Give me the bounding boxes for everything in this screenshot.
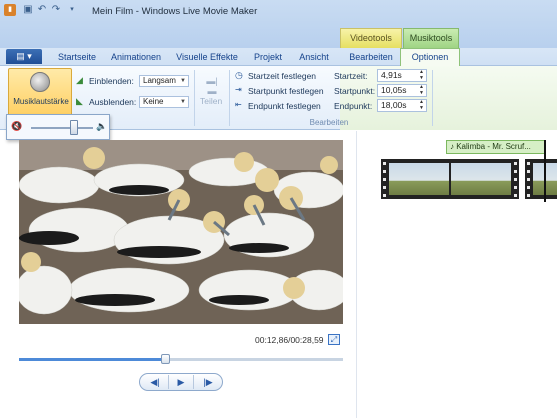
save-icon[interactable]: ▣ <box>22 4 34 16</box>
tab-animationen[interactable]: Animationen <box>108 50 164 65</box>
timecode: 00:12,86/00:28,59 <box>255 335 324 345</box>
tab-startseite[interactable]: Startseite <box>52 50 102 65</box>
end-point-spinner[interactable]: 18,00s ▲ ▼ <box>377 99 427 112</box>
player-controls: ◀| ▶ |▶ <box>139 373 223 391</box>
start-point-value: 10,05s <box>381 85 407 95</box>
ribbon-separator <box>194 70 195 126</box>
spinner-arrows-icon[interactable]: ▲ ▼ <box>419 84 424 96</box>
fade-out-icon: ◣ <box>76 96 83 106</box>
fade-in-dropdown[interactable]: Langsam ▼ <box>139 75 189 87</box>
app-icon: ▮ <box>4 4 16 16</box>
undo-icon[interactable]: ↶ <box>36 4 48 16</box>
fade-out-dropdown[interactable]: Keine ▼ <box>139 96 189 108</box>
volume-slider-thumb[interactable] <box>70 120 78 135</box>
fullscreen-icon[interactable]: ⤢ <box>328 334 340 345</box>
chevron-down-icon: ▼ <box>180 99 186 105</box>
end-point-icon: ⇤ <box>235 100 242 109</box>
start-time-label: Startzeit: <box>334 71 368 81</box>
redo-icon[interactable]: ↷ <box>50 4 62 16</box>
set-end-point-button[interactable]: ⇤ Endpunkt festlegen <box>235 100 331 113</box>
start-time-spinner[interactable]: 4,91s ▲ ▼ <box>377 69 427 82</box>
context-tab-videotools-label: Videotools <box>350 33 392 43</box>
set-end-point-label: Endpunkt festlegen <box>248 101 321 111</box>
fade-in-label: Einblenden: <box>89 76 134 86</box>
video-preview[interactable] <box>19 140 343 324</box>
start-time-value: 4,91s <box>381 70 402 80</box>
next-frame-button[interactable]: |▶ <box>195 375 221 389</box>
video-clip-thumbnail[interactable] <box>381 159 519 199</box>
volume-popup: 🔇 🔈 <box>6 114 110 140</box>
spinner-arrows-icon[interactable]: ▲ ▼ <box>419 99 424 111</box>
split-button[interactable]: ▬|▬ Teilen <box>200 70 224 110</box>
music-volume-button[interactable]: Musiklautstärke <box>8 68 72 116</box>
music-clip-label[interactable]: ♪ Kalimba - Mr. Scruf... <box>446 140 545 154</box>
previous-frame-button[interactable]: ◀| <box>142 375 168 389</box>
fade-in-icon: ◢ <box>76 75 83 85</box>
playback-cursor[interactable] <box>544 140 546 202</box>
fade-out-value: Keine <box>143 97 164 106</box>
preview-image <box>19 140 343 324</box>
context-tab-musiktools: Musiktools <box>403 28 459 48</box>
end-point-value: 18,00s <box>381 100 407 110</box>
mute-speaker-icon: 🔇 <box>11 121 23 131</box>
set-start-time-label: Startzeit festlegen <box>248 71 317 81</box>
speaker-icon <box>30 72 50 92</box>
volume-slider-track[interactable] <box>31 127 93 129</box>
split-label: Teilen <box>200 96 223 106</box>
context-tab-musiktools-label: Musiktools <box>409 33 453 43</box>
play-button[interactable]: ▶ <box>168 375 194 389</box>
clip-frame <box>389 163 449 195</box>
seek-bar-thumb[interactable] <box>161 354 170 364</box>
speaker-icon: 🔈 <box>96 121 108 131</box>
file-menu-button[interactable]: ▤ ▾ <box>6 49 42 64</box>
tab-bearbeiten[interactable]: Bearbeiten <box>344 50 398 65</box>
set-start-point-label: Startpunkt festlegen <box>248 86 324 96</box>
video-clip-thumbnail[interactable] <box>525 159 557 199</box>
title-bar <box>0 0 557 48</box>
start-point-label: Startpunkt: <box>334 86 376 96</box>
clock-icon: ◷ <box>235 70 243 80</box>
set-start-time-button[interactable]: ◷ Startzeit festlegen <box>235 70 331 83</box>
spinner-arrows-icon[interactable]: ▲ ▼ <box>419 69 424 81</box>
seek-bar-progress <box>19 358 165 361</box>
start-point-spinner[interactable]: 10,05s ▲ ▼ <box>377 84 427 97</box>
tab-projekt[interactable]: Projekt <box>248 50 288 65</box>
clip-frame <box>451 163 511 195</box>
split-icon: ▬|▬ <box>206 76 218 96</box>
fade-in-value: Langsam <box>143 76 176 85</box>
fade-out-label: Ausblenden: <box>89 97 137 107</box>
tab-visuelle-effekte[interactable]: Visuelle Effekte <box>172 50 242 65</box>
end-point-label: Endpunkt: <box>334 101 373 111</box>
ribbon-separator <box>432 70 433 126</box>
window-title: Mein Film - Windows Live Movie Maker <box>92 6 258 17</box>
context-tab-videotools: Videotools <box>340 28 402 48</box>
music-volume-label: Musiklautstärke <box>13 97 69 106</box>
pane-divider[interactable] <box>356 131 357 418</box>
tab-ansicht[interactable]: Ansicht <box>294 50 334 65</box>
start-point-icon: ⇥ <box>235 85 242 94</box>
chevron-down-icon: ▼ <box>180 78 186 84</box>
tab-optionen[interactable]: Optionen <box>400 48 460 67</box>
group-label-bearbeiten: Bearbeiten <box>309 118 349 127</box>
customize-qat-icon[interactable]: ▾ <box>66 4 78 16</box>
set-start-point-button[interactable]: ⇥ Startpunkt festlegen <box>235 85 331 98</box>
